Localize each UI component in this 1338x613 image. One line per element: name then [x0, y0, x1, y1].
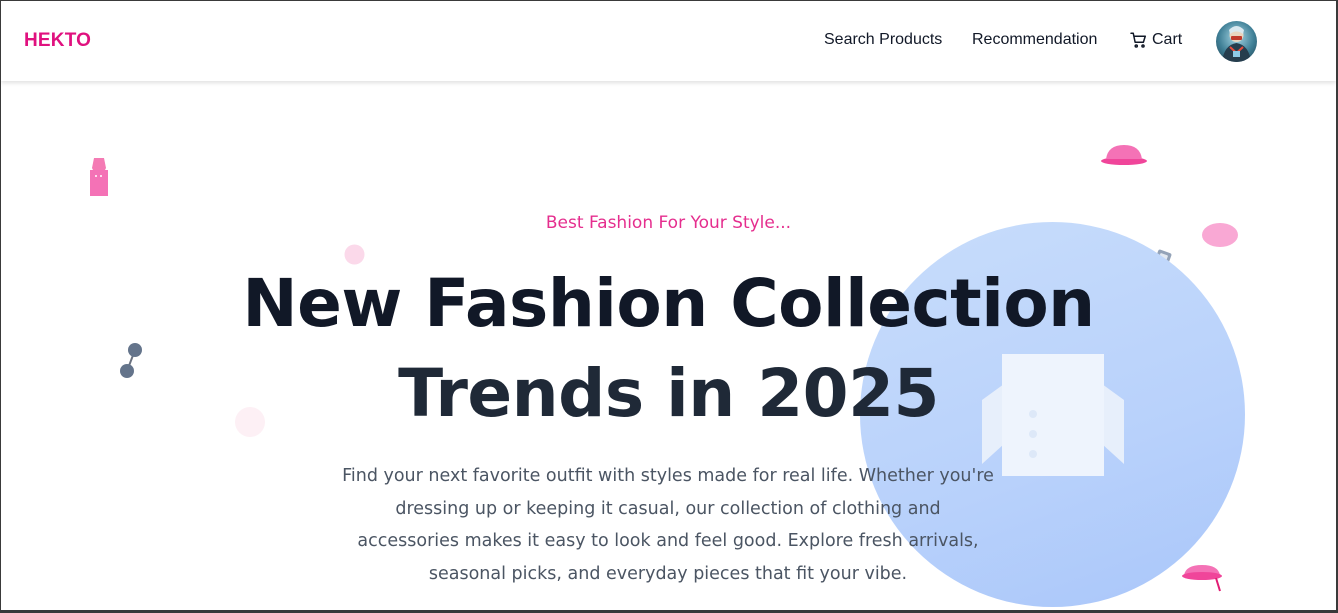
hero-headline: New Fashion Collection Trends in 2025	[1, 259, 1336, 439]
nav-cart-link[interactable]: Cart	[1129, 31, 1182, 49]
avatar-image	[1222, 26, 1251, 62]
hero-description: Find your next favorite outfit with styl…	[318, 460, 1018, 590]
hat-icon	[1101, 145, 1147, 165]
nav-recommendation-link[interactable]: Recommendation	[972, 31, 1097, 49]
logo[interactable]: HEKTO	[24, 30, 91, 52]
cap-icon	[1182, 565, 1222, 592]
cart-icon	[1130, 32, 1146, 48]
navbar: HEKTO Search Products Recommendation Car…	[1, 1, 1336, 81]
dress-icon	[90, 158, 108, 196]
hero-description-line: Find your next favorite outfit with styl…	[342, 466, 994, 486]
user-avatar[interactable]	[1216, 21, 1257, 62]
hero-headline-line2: Trends in 2025	[398, 355, 939, 432]
hero-headline-line1: New Fashion Collection	[242, 265, 1095, 342]
hero-tagline: Best Fashion For Your Style...	[545, 213, 792, 233]
nav-search-products-link[interactable]: Search Products	[824, 31, 942, 49]
hero-description-line: seasonal picks, and everyday pieces that…	[428, 563, 908, 584]
hero-description-line: accessories makes it easy to look and fe…	[357, 531, 979, 551]
hero-description-line: dressing up or keeping it casual, our co…	[395, 498, 941, 519]
page: HEKTO Search Products Recommendation Car…	[1, 1, 1336, 610]
cart-label: Cart	[1152, 31, 1183, 48]
